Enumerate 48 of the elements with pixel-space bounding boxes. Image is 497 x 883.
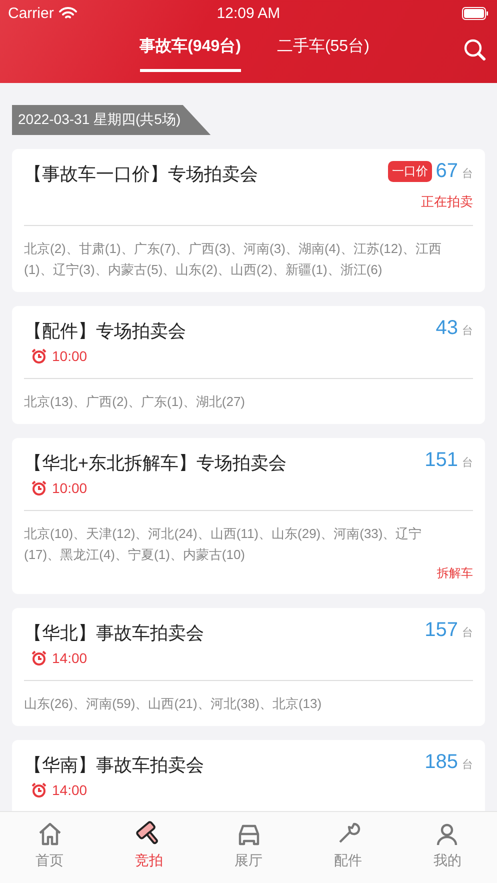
auction-card[interactable]: 【华南】事故车拍卖会 185 台 14:00 — [12, 740, 485, 812]
auction-card[interactable]: 【华北+东北拆解车】专场拍卖会 151 台 10:00 北京(10)、天津(12)、河北(24)、山西(11)、山东(29)、河南(33)、辽宁(17)、黑龙江(4)、宁夏(1)、内蒙古(10) 拆解车 — [12, 438, 485, 594]
start-time: 14:00 — [52, 782, 88, 798]
tab-bar-item[interactable]: 首页 — [0, 812, 100, 883]
tab-bar-item[interactable]: 竞拍 — [99, 812, 199, 883]
vehicle-count: 157 — [424, 619, 458, 642]
vehicle-count: 151 — [424, 449, 458, 472]
category-tab[interactable]: 事故车(949台) — [140, 36, 241, 72]
auction-card[interactable]: 【事故车一口价】专场拍卖会 一口价 67 台 正在拍卖 北京(2)、甘肃(1)、广东(7)、广西(3)、河南(3)、湖南(4)、江苏(12)、江西(1)、辽宁(3)、内蒙古(5)、山东(2)、山西(2)、新疆(1)、浙江(6) — [12, 149, 485, 292]
tab-bar-item[interactable]: 展厅 — [198, 812, 298, 883]
alarm-clock-icon — [31, 782, 47, 798]
unit-label: 台 — [462, 758, 473, 772]
region-list: 山东(26)、河南(59)、山西(21)、河北(38)、北京(13) — [24, 693, 473, 714]
vehicle-count: 185 — [424, 751, 458, 774]
category-tab[interactable]: 二手车(55台) — [276, 36, 370, 72]
start-time: 10:00 — [52, 480, 88, 496]
alarm-clock-icon — [31, 348, 47, 364]
vehicle-count: 67 — [436, 160, 458, 183]
auction-title: 【华北】事故车拍卖会 — [24, 622, 205, 645]
region-list: 北京(10)、天津(12)、河北(24)、山西(11)、山东(29)、河南(33)、辽宁(17)、黑龙江(4)、宁夏(1)、内蒙古(10) — [24, 523, 473, 565]
start-time: 14:00 — [52, 650, 88, 666]
auction-card[interactable]: 【配件】专场拍卖会 43 台 10:00 北京(13)、广西(2)、广东(1)、湖北(27) — [12, 306, 485, 424]
price-badge: 一口价 — [388, 161, 432, 182]
carrier-label: Carrier — [8, 4, 54, 22]
vehicle-count: 43 — [436, 317, 458, 340]
auction-title: 【华南】事故车拍卖会 — [24, 754, 205, 777]
alarm-clock-icon — [31, 480, 47, 496]
battery-icon — [462, 6, 489, 20]
clock-time: 12:09 AM — [216, 4, 280, 22]
auction-title: 【配件】专场拍卖会 — [24, 320, 187, 343]
unit-label: 台 — [462, 324, 473, 338]
wifi-icon — [58, 6, 77, 20]
start-time: 10:00 — [52, 348, 88, 364]
alarm-clock-icon — [31, 650, 47, 666]
tab-bar-item[interactable]: 我的 — [398, 812, 497, 883]
auction-status: 正在拍卖 — [421, 193, 473, 211]
auction-title: 【华北+东北拆解车】专场拍卖会 — [24, 452, 288, 475]
auction-title: 【事故车一口价】专场拍卖会 — [24, 163, 259, 186]
category-tag: 拆解车 — [437, 566, 473, 580]
unit-label: 台 — [462, 456, 473, 470]
unit-label: 台 — [462, 626, 473, 640]
tab-bar-item[interactable]: 配件 — [298, 812, 398, 883]
auction-card[interactable]: 【华北】事故车拍卖会 157 台 14:00 山东(26)、河南(59)、山西(21)、河北(38)、北京(13) — [12, 608, 485, 726]
date-label: 2022-03-31 星期四(共5场) — [12, 105, 211, 135]
search-icon[interactable] — [463, 38, 487, 62]
unit-label: 台 — [462, 167, 473, 181]
region-list: 北京(2)、甘肃(1)、广东(7)、广西(3)、河南(3)、湖南(4)、江苏(12)、江西(1)、辽宁(3)、内蒙古(5)、山东(2)、山西(2)、新疆(1)、浙江(6) — [24, 238, 473, 280]
region-list: 北京(13)、广西(2)、广东(1)、湖北(27) — [24, 391, 473, 412]
